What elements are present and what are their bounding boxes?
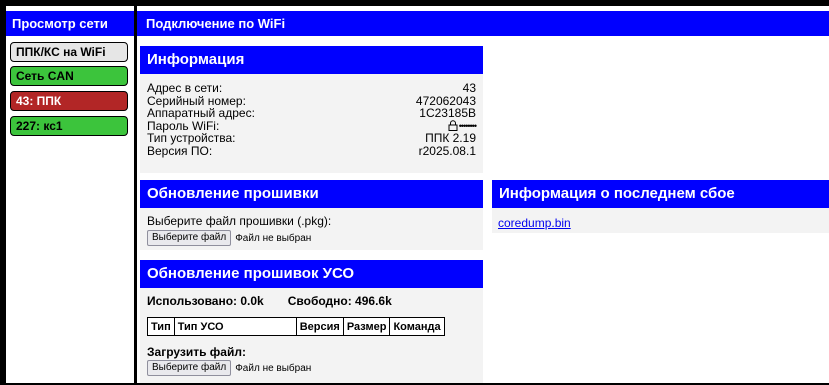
info-label: Тип устройства: xyxy=(147,131,236,145)
uso-table-header-row: Тип Тип УСО Версия Размер Команда xyxy=(147,317,445,336)
firmware-file-status: Файл не выбран xyxy=(235,232,312,244)
firmware-prompt: Выберите файл прошивки (.pkg): xyxy=(147,214,332,228)
uso-table: Тип Тип УСО Версия Размер Команда xyxy=(147,317,445,336)
info-value: 43 xyxy=(462,81,476,95)
info-row-device-type: Тип устройства: ППК 2.19 xyxy=(147,132,476,145)
crash-panel: Информация о последнем сбое coredump.bin xyxy=(492,180,829,233)
info-value: 1C23185B xyxy=(419,106,476,120)
coredump-link[interactable]: coredump.bin xyxy=(498,216,571,230)
uso-col-size: Размер xyxy=(342,317,391,336)
uso-panel: Обновление прошивок УСО Использовано: 0.… xyxy=(140,260,483,383)
uso-col-uso-type: Тип УСО xyxy=(173,317,297,336)
sidebar-item-ppk-43[interactable]: 43: ППК xyxy=(10,91,128,111)
info-row-hw-address: Аппаратный адрес: 1C23185B xyxy=(147,107,476,120)
sidebar: Просмотр сети ППК/КС на WiFi Сеть CAN 43… xyxy=(6,6,134,383)
info-value: r2025.08.1 xyxy=(418,143,476,158)
uso-col-version: Версия xyxy=(295,317,344,336)
info-row-firmware-version: Версия ПО: r2025.08.1 xyxy=(147,143,476,158)
crash-panel-title: Информация о последнем сбое xyxy=(492,180,829,208)
uso-free-space: Свободно: 496.6k xyxy=(287,294,392,308)
firmware-panel: Обновление прошивки Выберите файл прошив… xyxy=(140,180,483,250)
info-label: Версия ПО: xyxy=(147,143,213,158)
info-label: Аппаратный адрес: xyxy=(147,106,255,120)
info-panel-title: Информация xyxy=(140,46,483,74)
page-title: Подключение по WiFi xyxy=(137,11,829,36)
uso-file-status: Файл не выбран xyxy=(235,362,312,374)
uso-upload-label: Загрузить файл: xyxy=(147,345,246,359)
sidebar-header: Просмотр сети xyxy=(6,11,134,36)
firmware-panel-title: Обновление прошивки xyxy=(140,180,483,208)
uso-used-space: Использовано: 0.0k xyxy=(147,294,264,308)
info-value: ППК 2.19 xyxy=(425,131,476,145)
uso-panel-title: Обновление прошивок УСО xyxy=(140,260,483,288)
firmware-choose-file-button[interactable]: Выберите файл xyxy=(147,230,232,246)
info-label: Адрес в сети: xyxy=(147,81,223,95)
uso-choose-file-button[interactable]: Выберите файл xyxy=(147,360,232,376)
sidebar-item-ks-227[interactable]: 227: кс1 xyxy=(10,116,128,136)
sidebar-divider xyxy=(134,6,137,383)
info-row-address: Адрес в сети: 43 xyxy=(147,82,476,95)
sidebar-item-can-network[interactable]: Сеть CAN xyxy=(10,66,128,86)
info-panel: Информация Адрес в сети: 43 Серийный ном… xyxy=(140,46,483,173)
uso-col-command: Команда xyxy=(389,317,445,336)
lock-icon[interactable] xyxy=(448,120,458,132)
sidebar-item-wifi-devices[interactable]: ППК/КС на WiFi xyxy=(10,42,128,62)
uso-col-type: Тип xyxy=(147,317,175,336)
